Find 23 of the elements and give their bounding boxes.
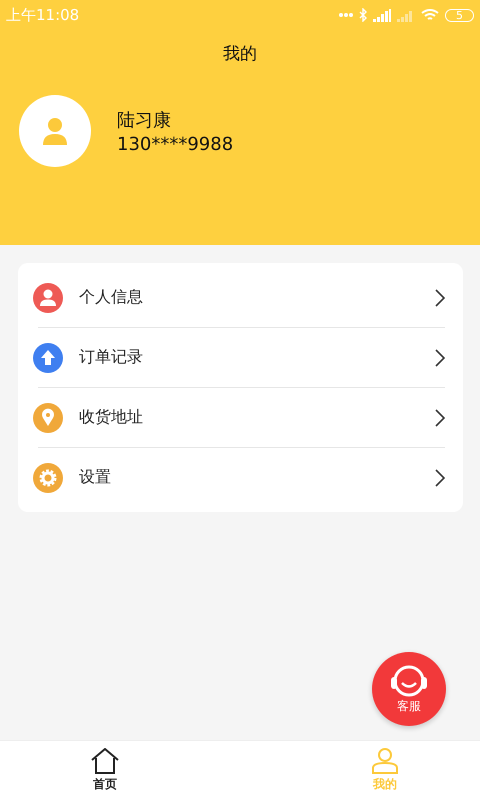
nav-tab[interactable]: 首页 (90, 741, 120, 800)
menu-item[interactable]: 设置 (33, 448, 445, 507)
bluetooth-icon (359, 8, 367, 22)
home-icon (90, 748, 120, 774)
chevron-right-icon (435, 348, 445, 366)
no-signal-icon (397, 8, 415, 22)
headset-smile-icon (389, 664, 429, 698)
menu-item[interactable]: 收货地址 (33, 388, 445, 447)
chevron-right-icon (435, 408, 445, 426)
person-icon (370, 748, 400, 774)
customer-service-button[interactable]: 客服 (372, 652, 446, 726)
page-title: 我的 (222, 43, 258, 65)
status-time: 上午11:08 (6, 6, 80, 24)
battery-indicator: 5 (445, 8, 474, 22)
menu-item[interactable]: 个人信息 (33, 268, 445, 327)
more-dots-icon (339, 12, 353, 18)
menu-item[interactable]: 订单记录 (33, 328, 445, 387)
chevron-right-icon (435, 468, 445, 486)
chevron-right-icon (435, 288, 445, 306)
user-name: 陆习康 (117, 108, 172, 132)
user-phone: 130****9988 (117, 134, 234, 154)
signal-icon (373, 8, 391, 22)
wifi-icon (421, 8, 439, 22)
